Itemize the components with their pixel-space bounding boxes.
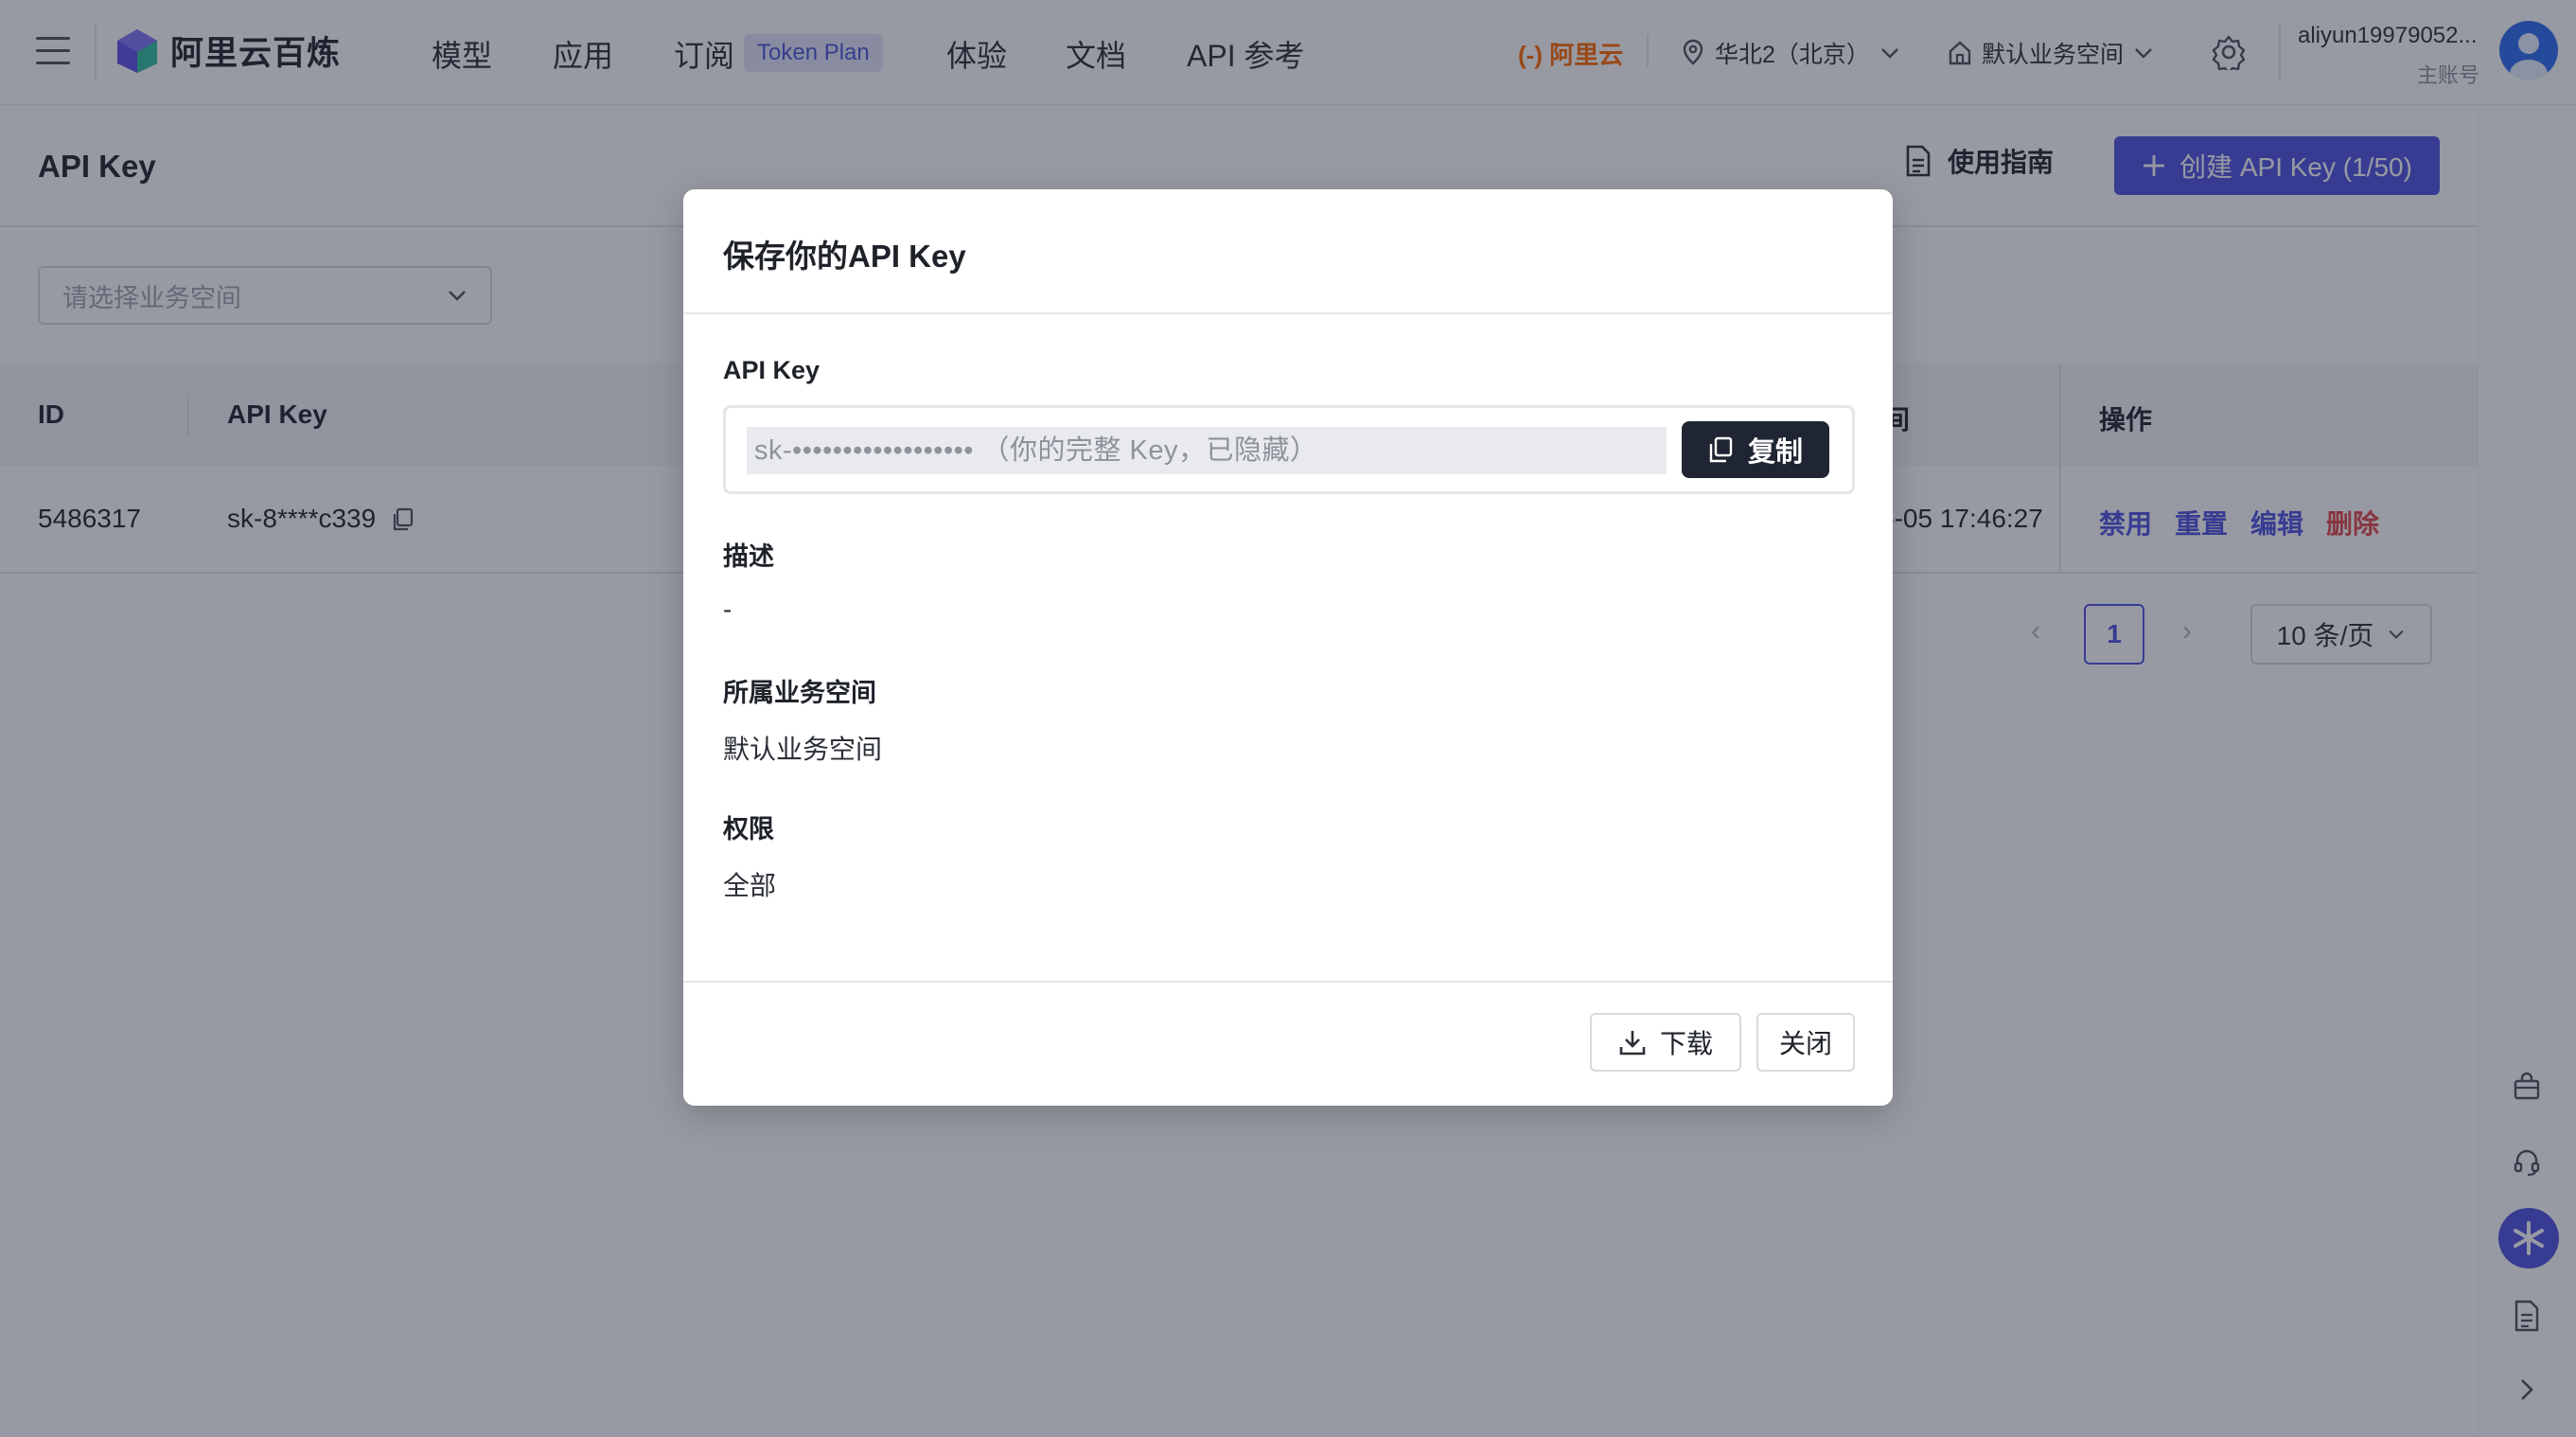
save-api-key-dialog: 保存你的API Key API Key sk-•••••••••••••••••… — [683, 189, 1893, 1106]
dialog-title: 保存你的API Key — [723, 239, 966, 274]
api-key-label: API Key — [723, 356, 820, 384]
workspace-label: 所属业务空间 — [723, 679, 876, 707]
api-key-field: sk-•••••••••••••••••• （你的完整 Key，已隐藏） 复制 — [723, 405, 1855, 494]
close-label: 关闭 — [1778, 1029, 1832, 1058]
description-label: 描述 — [723, 542, 774, 571]
copy-label: 复制 — [1747, 437, 1803, 468]
permission-value: 全部 — [723, 871, 777, 900]
dialog-footer-divider — [683, 981, 1893, 983]
download-button[interactable]: 下载 — [1590, 1013, 1741, 1072]
description-value: - — [723, 594, 732, 624]
api-key-input[interactable]: sk-•••••••••••••••••• （你的完整 Key，已隐藏） — [747, 427, 1667, 474]
permission-label: 权限 — [723, 815, 774, 843]
download-label: 下载 — [1659, 1029, 1713, 1058]
copy-button[interactable]: 复制 — [1682, 421, 1829, 478]
close-button[interactable]: 关闭 — [1756, 1013, 1855, 1072]
download-icon — [1619, 1031, 1646, 1056]
copy-icon — [1709, 436, 1733, 463]
dialog-header-divider — [683, 312, 1893, 314]
workspace-value: 默认业务空间 — [723, 735, 883, 764]
